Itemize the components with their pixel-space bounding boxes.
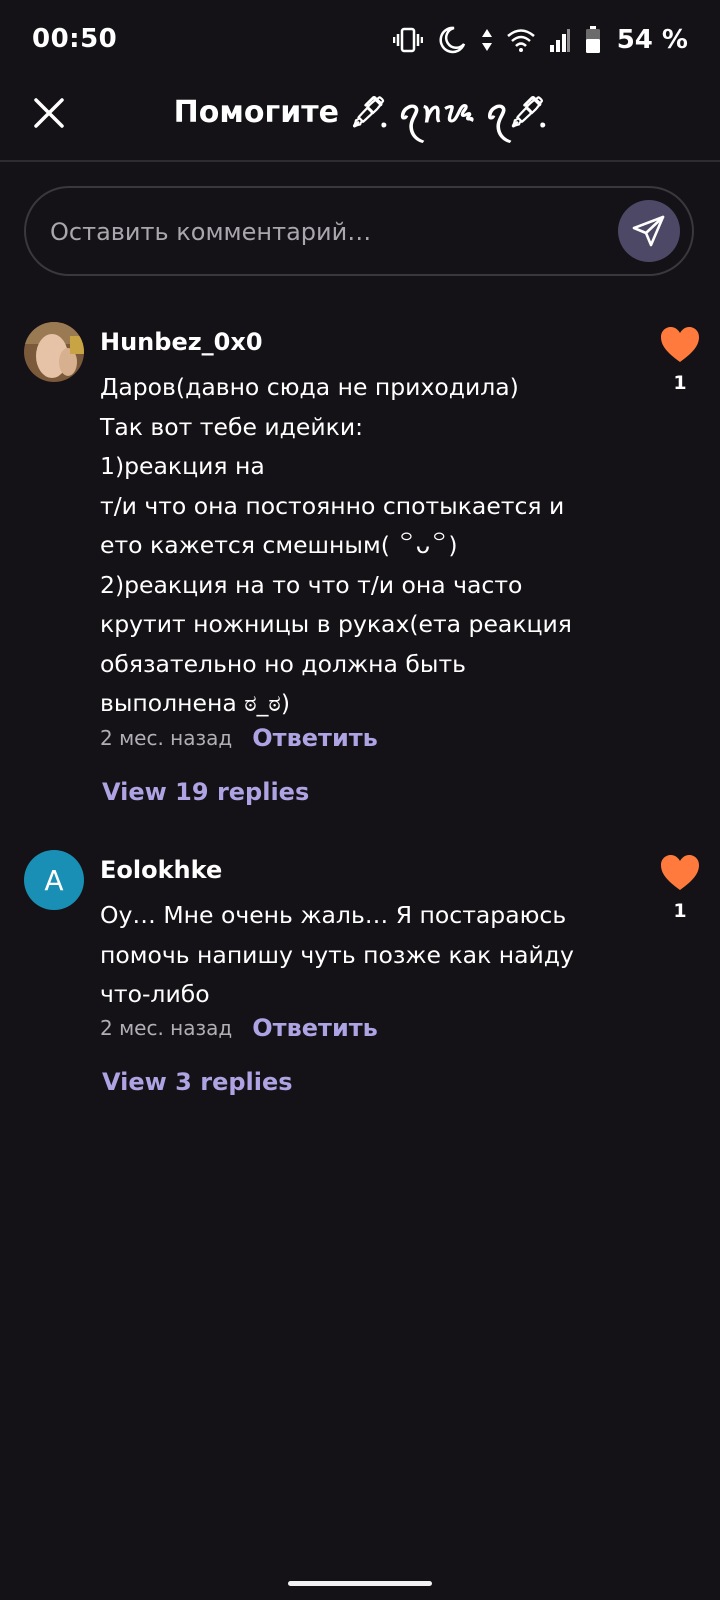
comment-line: Даров(давно сюда не приходила) [100, 373, 519, 401]
battery-percentage: 54 % [616, 25, 688, 55]
battery-icon [585, 26, 601, 54]
wifi-icon [506, 28, 535, 52]
reply-button[interactable]: Ответить [252, 1014, 378, 1042]
comment-line: обязательно но должна быть [100, 649, 466, 678]
comment-line: Оу… Мне очень жаль… Я постараюсь [100, 901, 567, 929]
avatar[interactable]: A [24, 850, 84, 910]
comment-line: что-либо [100, 980, 210, 1008]
comment-username[interactable]: Eolokhke [100, 854, 222, 886]
comment-meta: 2 мес. назад Ответить [100, 1014, 378, 1042]
like-count: 1 [673, 372, 687, 394]
data-arrows-icon [481, 27, 493, 53]
page-title: Помогите 🖋ฺ︎ ︎ꪖ︎ꪀ︎ᝰ ꪖ︎🖋ฺ︎ [173, 95, 547, 130]
comment-line: помочь напишу чуть позже как найду [100, 940, 574, 969]
signal-icon [549, 28, 571, 52]
home-indicator[interactable] [288, 1581, 432, 1586]
comment-text: Оу… Мне очень жаль… Я постараюсь помочь … [100, 896, 574, 1015]
comment-input[interactable] [48, 188, 592, 276]
comment-item: Hunbez_0x0 Даров(давно сюда не приходила… [0, 322, 720, 822]
heart-icon [661, 855, 699, 890]
avatar[interactable] [24, 322, 84, 382]
comment-line: Так вот тебе идейки: [100, 412, 364, 441]
status-bar: 00:50 54 % [0, 0, 720, 82]
send-icon [632, 215, 665, 247]
comment-text: Даров(давно сюда не приходила) Так вот т… [100, 368, 572, 724]
avatar-initial: A [44, 863, 64, 897]
view-replies-button[interactable]: View 19 replies [102, 778, 309, 806]
reply-button[interactable]: Ответить [252, 724, 378, 752]
comment-timestamp: 2 мес. назад [100, 1016, 233, 1040]
header: Помогите 🖋ฺ︎ ︎ꪖ︎ꪀ︎ᝰ ꪖ︎🖋ฺ︎ [0, 82, 720, 162]
comment-username[interactable]: Hunbez_0x0 [100, 326, 263, 358]
comment-line: крутит ножницы в руках(ета реакция [100, 610, 572, 638]
comment-meta: 2 мес. назад Ответить [100, 724, 378, 752]
status-icons: 54 % [392, 22, 688, 58]
like-count: 1 [673, 900, 687, 922]
comment-line: выполнена ಠ_ಠ) [100, 689, 291, 717]
comment-compose-box [24, 186, 694, 276]
comment-line: т/и что она постоянно спотыкается и [100, 491, 565, 520]
comment-item: A Eolokhke Оу… Мне очень жаль… Я постара… [0, 850, 720, 1110]
comment-line: 2)реакция на то что т/и она часто [100, 570, 523, 599]
comment-timestamp: 2 мес. назад [100, 726, 233, 750]
comment-line: 1)реакция на [100, 452, 265, 480]
heart-icon [661, 327, 699, 362]
user-photo [24, 322, 84, 382]
vibrate-icon [392, 27, 423, 53]
view-replies-button[interactable]: View 3 replies [102, 1068, 293, 1096]
do-not-disturb-moon-icon [437, 25, 467, 55]
comment-line: ето кажется смешным( ꒪ᴗ꒪) [100, 531, 458, 559]
send-button[interactable] [618, 200, 680, 262]
status-time: 00:50 [32, 24, 118, 54]
like-button[interactable] [660, 854, 700, 892]
like-button[interactable] [660, 326, 700, 364]
